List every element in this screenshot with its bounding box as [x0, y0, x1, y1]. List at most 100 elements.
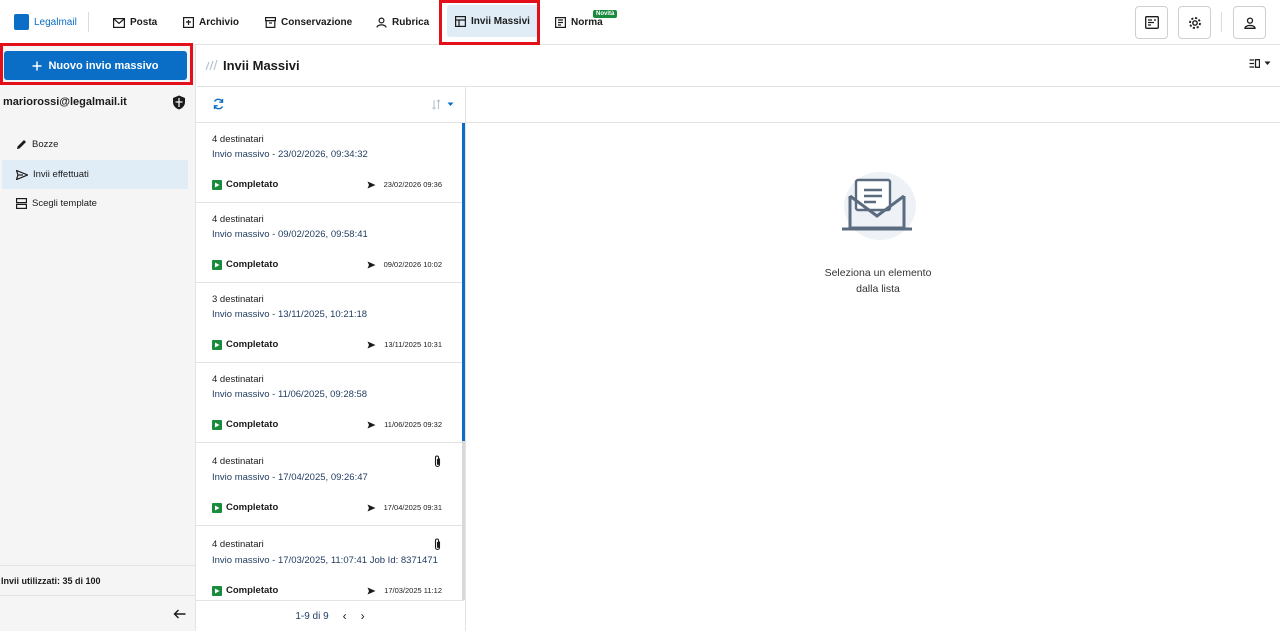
pagination: 1-9 di 9 ‹ ›	[196, 600, 464, 631]
sent-date: 13/11/2025 10:31	[384, 340, 442, 349]
empty-envelope-icon	[838, 170, 918, 242]
item-subject: Invio massivo - 17/04/2025, 09:26:47	[212, 472, 368, 483]
recipient-count: 3 destinatari	[212, 294, 264, 305]
toolbar-divider	[1221, 12, 1222, 32]
list-item[interactable]: 4 destinatari Invio massivo - 23/02/2026…	[196, 123, 462, 203]
nav-item-posta[interactable]: Posta	[113, 0, 157, 45]
list-item[interactable]: 4 destinatari Invio massivo - 09/02/2026…	[196, 203, 462, 283]
dashboard-icon	[1144, 16, 1159, 29]
status-label: Completato	[226, 419, 279, 430]
dashboard-button[interactable]	[1135, 6, 1168, 39]
page-title: Invii Massivi	[223, 58, 300, 73]
sidebar-item-label: Scegli template	[32, 198, 97, 209]
sent-date: 17/04/2025 09:31	[383, 503, 442, 512]
highlight-frame-new-button	[0, 43, 193, 85]
contacts-icon	[376, 17, 387, 28]
list-item[interactable]: 4 destinatari Invio massivo - 17/04/2025…	[196, 443, 462, 526]
recipient-count: 4 destinatari	[212, 214, 264, 225]
completed-status-icon	[212, 502, 222, 513]
sort-dropdown[interactable]	[432, 99, 454, 110]
account-email: mariorossi@legalmail.it	[3, 96, 127, 108]
sidebar-item-label: Bozze	[32, 139, 59, 150]
nav-label-posta: Posta	[130, 17, 158, 28]
view-layout-toggle[interactable]	[1249, 59, 1271, 68]
list-scrollbar[interactable]	[462, 123, 465, 441]
status-badge: Completato	[212, 502, 278, 513]
sent-timestamp: 09/02/2026 10:02	[367, 260, 442, 269]
security-shield-icon[interactable]	[172, 95, 186, 110]
status-label: Completato	[226, 585, 279, 596]
list-item[interactable]: 3 destinatari Invio massivo - 13/11/2025…	[196, 283, 462, 363]
item-subject: Invio massivo - 13/11/2025, 10:21:18	[212, 309, 368, 320]
bulk-mail-icon	[205, 59, 220, 71]
send-icon	[367, 261, 376, 268]
pencil-icon	[17, 140, 26, 149]
recipient-count: 4 destinatari	[212, 374, 264, 385]
status-badge: Completato	[212, 585, 278, 596]
sent-list[interactable]: 4 destinatari Invio massivo - 23/02/2026…	[196, 123, 464, 600]
sent-timestamp: 11/06/2025 09:32	[367, 420, 442, 429]
item-subject: Invio massivo - 17/03/2025, 11:07:41 Job…	[212, 555, 438, 566]
item-subject: Invio massivo - 11/06/2025, 09:28:58	[212, 389, 368, 400]
user-icon	[1243, 16, 1256, 29]
send-icon	[367, 587, 376, 594]
nav-item-rubrica[interactable]: Rubrica	[376, 0, 429, 45]
nav-item-conservazione[interactable]: Conservazione	[265, 0, 352, 45]
left-sidebar: Nuovo invio massivo mariorossi@legalmail…	[0, 45, 196, 631]
new-badge: Novità	[593, 10, 618, 18]
template-icon	[16, 198, 27, 209]
previous-page-chevron-icon[interactable]: ‹	[343, 609, 347, 623]
list-item[interactable]: 4 destinatari Invio massivo - 17/03/2025…	[196, 526, 462, 600]
item-subject: Invio massivo - 09/02/2026, 09:58:41	[212, 229, 368, 240]
sent-date: 09/02/2026 10:02	[383, 260, 442, 269]
nav-divider	[88, 12, 89, 32]
completed-status-icon	[212, 179, 222, 190]
status-badge: Completato	[212, 179, 278, 190]
status-label: Completato	[226, 502, 279, 513]
list-scroll-track	[462, 441, 465, 600]
completed-status-icon	[212, 259, 222, 270]
sent-date: 23/02/2026 09:36	[383, 180, 442, 189]
item-subject: Invio massivo - 23/02/2026, 09:34:32	[212, 149, 368, 160]
pagination-count: 1-9 di 9	[295, 610, 329, 622]
nav-label-archivio: Archivio	[199, 17, 240, 28]
completed-status-icon	[212, 339, 222, 350]
sent-date: 17/03/2025 11:12	[384, 586, 442, 595]
status-label: Completato	[226, 339, 279, 350]
content-header	[197, 45, 1280, 87]
list-item[interactable]: 4 destinatari Invio massivo - 11/06/2025…	[196, 363, 462, 443]
paperclip-icon	[433, 455, 442, 468]
user-profile-button[interactable]	[1233, 6, 1266, 39]
nav-item-archivio[interactable]: Archivio	[183, 0, 239, 45]
sidebar-divider	[0, 565, 196, 566]
send-icon	[367, 341, 376, 348]
archive-icon	[183, 17, 194, 28]
send-icon	[16, 169, 28, 180]
collapse-sidebar-arrow-icon[interactable]	[173, 609, 186, 619]
nav-label-conservazione: Conservazione	[281, 17, 353, 28]
sent-timestamp: 13/11/2025 10:31	[367, 340, 442, 349]
chevron-down-icon	[447, 102, 454, 106]
logo-label: Legalmail	[34, 16, 77, 28]
send-icon	[367, 181, 376, 188]
chevron-down-icon	[1264, 61, 1271, 65]
status-badge: Completato	[212, 259, 278, 270]
nav-item-norma[interactable]: Norma	[555, 0, 603, 45]
sidebar-item-scegli-template[interactable]: Scegli template	[2, 189, 188, 218]
legalmail-logo[interactable]: Legalmail	[14, 14, 77, 30]
paperclip-icon	[433, 538, 442, 551]
empty-state-line-2: dalla lista	[856, 283, 900, 295]
empty-state-message: Seleziona un elemento dalla lista	[778, 265, 978, 297]
completed-status-icon	[212, 419, 222, 430]
sidebar-item-bozze[interactable]: Bozze	[2, 130, 188, 159]
settings-button[interactable]	[1178, 6, 1211, 39]
next-page-chevron-icon[interactable]: ›	[361, 609, 365, 623]
nav-label-rubrica: Rubrica	[392, 17, 430, 28]
refresh-icon[interactable]	[212, 98, 225, 110]
sidebar-item-invii-effettuati[interactable]: Invii effettuati	[2, 160, 188, 189]
empty-state-line-1: Seleziona un elemento	[824, 267, 932, 279]
list-toolbar	[196, 87, 466, 123]
send-icon	[367, 421, 376, 428]
sidebar-divider	[0, 595, 196, 596]
mail-icon	[113, 17, 125, 28]
